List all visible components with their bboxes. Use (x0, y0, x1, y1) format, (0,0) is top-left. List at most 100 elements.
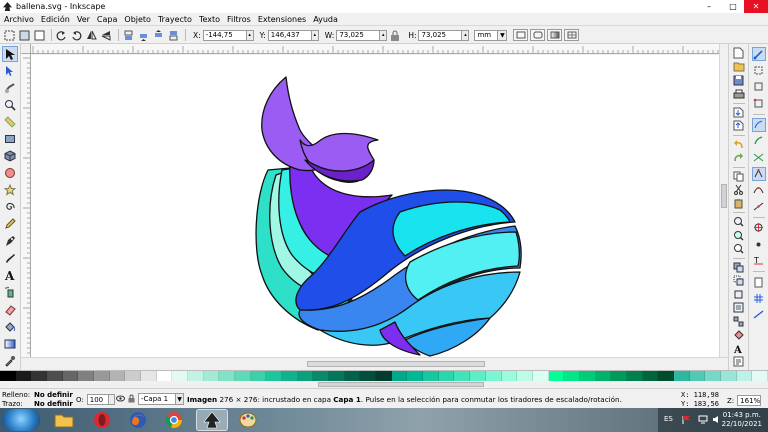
language-indicator[interactable]: ES (664, 415, 673, 423)
raise-icon[interactable] (152, 29, 164, 41)
palette-swatch[interactable] (141, 371, 157, 381)
snap-text-baseline-icon[interactable]: T (752, 254, 766, 268)
import-icon[interactable] (732, 107, 746, 118)
palette-swatch[interactable] (705, 371, 721, 381)
menu-filtros[interactable]: Filtros (227, 15, 251, 24)
zoom-tool-icon[interactable] (2, 97, 18, 112)
zoom-page-icon[interactable] (732, 243, 746, 254)
palette-swatch[interactable] (611, 371, 627, 381)
horizontal-ruler[interactable] (31, 44, 719, 54)
palette-swatch[interactable] (250, 371, 267, 381)
palette-swatch[interactable] (203, 371, 220, 381)
x-spinner[interactable]: ▴ (246, 29, 254, 41)
palette-scrollbar[interactable] (0, 381, 768, 388)
menu-texto[interactable]: Texto (199, 15, 220, 24)
palette-swatch[interactable] (423, 371, 439, 381)
snap-toggle-icon[interactable] (751, 47, 766, 61)
menu-extensiones[interactable]: Extensiones (258, 15, 306, 24)
fill-stroke-indicator[interactable]: Relleno: No definir Trazo: No definir (2, 391, 73, 408)
opacity-field[interactable]: 100 (86, 394, 109, 405)
snap-page-icon[interactable] (752, 275, 766, 289)
vertical-scrollbar[interactable] (719, 44, 728, 357)
undo-icon[interactable] (732, 139, 746, 150)
vertical-scroll-thumb[interactable] (721, 184, 727, 208)
palette-swatch[interactable] (564, 371, 580, 381)
horizontal-scrollbar[interactable] (21, 357, 728, 369)
zoom-selection-icon[interactable] (732, 216, 746, 227)
snap-center-icon[interactable] (752, 221, 766, 235)
palette-swatch[interactable] (438, 371, 455, 381)
paint-bucket-tool-icon[interactable] (2, 319, 18, 334)
w-spinner[interactable]: ▴ (380, 29, 388, 41)
spray-tool-icon[interactable] (2, 285, 18, 300)
palette-swatch[interactable] (470, 371, 486, 381)
snap-midpoint-icon[interactable] (752, 200, 766, 214)
opera-icon[interactable] (86, 409, 118, 431)
text-font-icon[interactable]: A (732, 343, 746, 354)
snap-path-icon[interactable] (752, 134, 766, 148)
inkscape-taskbar-icon[interactable] (196, 409, 228, 431)
menu-ayuda[interactable]: Ayuda (313, 15, 338, 24)
ungroup-icon[interactable] (732, 316, 746, 327)
snap-smooth-icon[interactable] (752, 183, 766, 197)
palette-swatch[interactable] (344, 371, 361, 381)
selector-tool-icon[interactable] (2, 46, 18, 62)
palette-swatch[interactable] (595, 371, 612, 381)
eraser-tool-icon[interactable] (2, 302, 18, 317)
measure-tool-icon[interactable] (2, 114, 18, 129)
palette-swatch[interactable] (47, 371, 63, 381)
palette-swatch[interactable] (736, 371, 753, 381)
group-icon[interactable] (732, 302, 746, 313)
palette-swatch[interactable] (752, 371, 768, 381)
paint-icon[interactable] (232, 409, 264, 431)
palette-swatch[interactable] (376, 371, 392, 381)
3d-box-tool-icon[interactable] (2, 148, 18, 163)
palette-swatch[interactable] (156, 371, 173, 381)
snap-guide-icon[interactable] (752, 308, 766, 322)
zoom-drawing-icon[interactable] (732, 230, 746, 241)
spiral-tool-icon[interactable] (2, 200, 18, 215)
chrome-icon[interactable] (158, 409, 190, 431)
snap-grid-icon[interactable] (752, 291, 766, 305)
horizontal-scroll-thumb[interactable] (307, 361, 485, 367)
snap-bbox-edge-icon[interactable] (752, 80, 766, 94)
gradient-tool-icon[interactable] (2, 336, 18, 351)
unlink-clone-icon[interactable] (732, 289, 746, 300)
palette-swatch[interactable] (360, 371, 377, 381)
opacity-spinner[interactable] (108, 394, 115, 405)
whale-artwork[interactable] (31, 55, 719, 357)
copy-icon[interactable] (732, 171, 746, 182)
palette-swatch[interactable] (720, 371, 737, 381)
minimize-button[interactable]: – (698, 0, 720, 13)
fill-stroke-icon[interactable] (732, 329, 746, 341)
chevron-down-icon[interactable]: ▼ (498, 29, 508, 41)
snap-rotation-center-icon[interactable] (752, 237, 766, 251)
rectangle-tool-icon[interactable] (2, 131, 18, 146)
open-folder-icon[interactable] (732, 61, 746, 72)
unit-select[interactable]: mm (474, 29, 499, 41)
palette-swatch[interactable] (626, 371, 643, 381)
network-icon[interactable] (698, 415, 708, 424)
y-field[interactable]: 146,437 (267, 29, 312, 41)
palette-scroll-thumb[interactable] (318, 382, 484, 387)
menu-ver[interactable]: Ver (77, 15, 90, 24)
palette-swatch[interactable] (219, 371, 236, 381)
h-spinner[interactable]: ▴ (462, 29, 470, 41)
palette-swatch[interactable] (658, 371, 674, 381)
cut-icon[interactable] (732, 184, 746, 196)
star-tool-icon[interactable] (2, 183, 18, 198)
menu-objeto[interactable]: Objeto (124, 15, 151, 24)
scale-stroke-toggle[interactable] (513, 29, 529, 41)
w-field[interactable]: 73,025 (336, 29, 381, 41)
vertical-ruler[interactable] (21, 54, 31, 357)
zoom-field[interactable]: 161% (737, 395, 762, 406)
palette-swatch[interactable] (109, 371, 126, 381)
move-gradients-toggle[interactable] (547, 29, 563, 41)
maximize-button[interactable]: □ (722, 0, 744, 13)
flip-horizontal-icon[interactable] (85, 29, 97, 41)
paste-icon[interactable] (732, 198, 746, 209)
x-field[interactable]: -144,75 (202, 29, 247, 41)
palette-swatch[interactable] (579, 371, 596, 381)
select-all-layers-icon[interactable] (18, 29, 30, 41)
menu-capa[interactable]: Capa (97, 15, 117, 24)
